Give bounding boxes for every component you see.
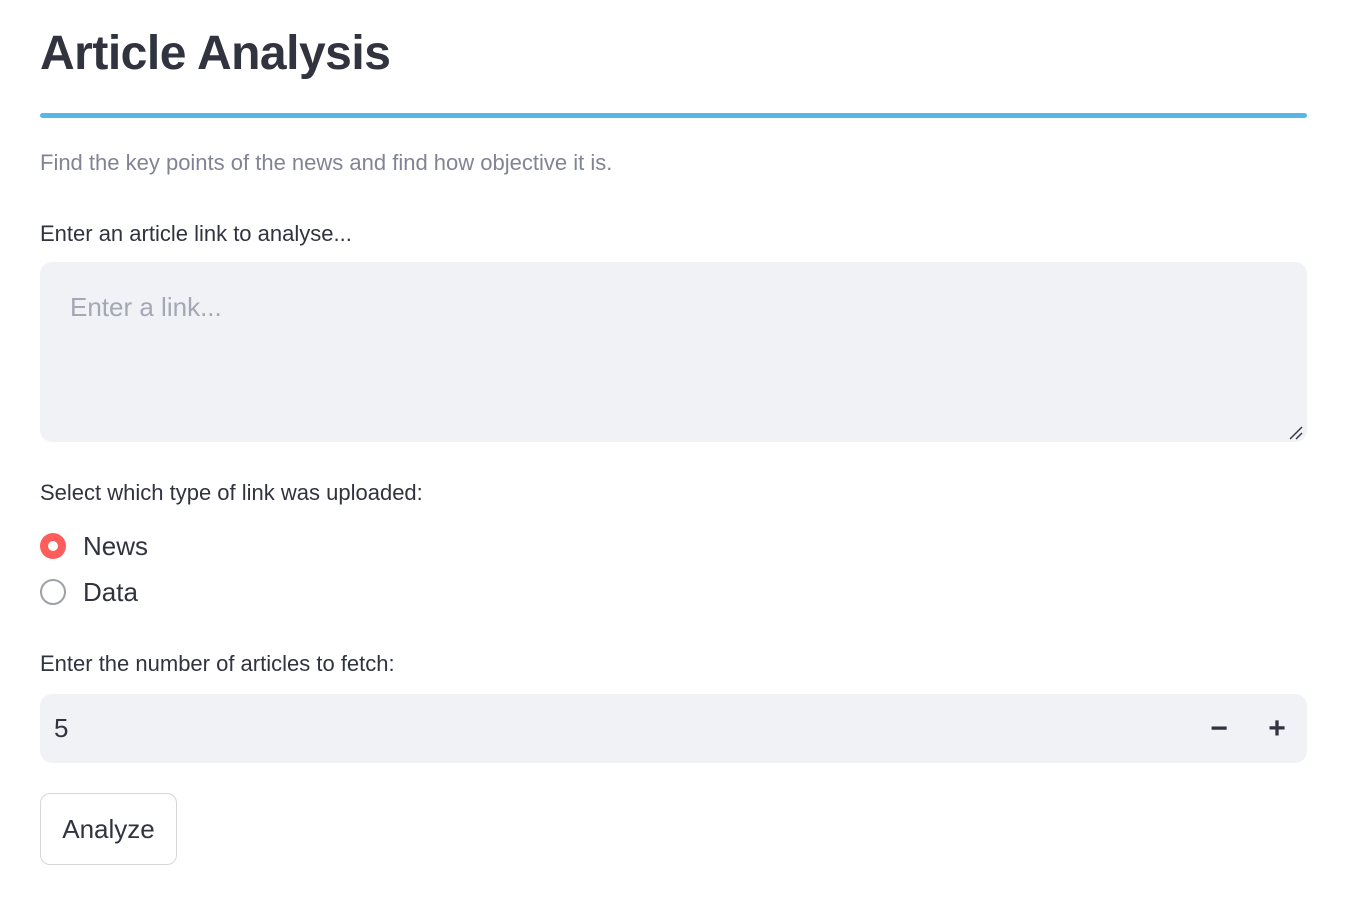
- title-divider: [40, 113, 1307, 118]
- article-count-field: − +: [40, 694, 1307, 763]
- article-count-input[interactable]: [54, 694, 1154, 763]
- radio-selected-icon[interactable]: [40, 533, 66, 559]
- link-type-label: Select which type of link was uploaded:: [40, 480, 423, 505]
- page-title: Article Analysis: [40, 27, 391, 80]
- radio-option-news[interactable]: News: [40, 530, 148, 562]
- decrement-button[interactable]: −: [1190, 694, 1248, 763]
- radio-label-data: Data: [83, 577, 138, 607]
- app-page: Article Analysis Find the key points of …: [0, 0, 1346, 914]
- page-caption: Find the key points of the news and find…: [40, 150, 613, 175]
- radio-label-news: News: [83, 531, 149, 561]
- analyze-button[interactable]: Analyze: [40, 793, 177, 865]
- resize-handle-icon[interactable]: [1287, 424, 1303, 440]
- increment-button[interactable]: +: [1248, 694, 1306, 763]
- article-count-label: Enter the number of articles to fetch:: [40, 651, 395, 676]
- article-link-textarea[interactable]: [40, 262, 1307, 442]
- link-input-label: Enter an article link to analyse...: [40, 221, 352, 246]
- radio-option-data[interactable]: Data: [40, 576, 138, 608]
- radio-unselected-icon[interactable]: [40, 579, 66, 605]
